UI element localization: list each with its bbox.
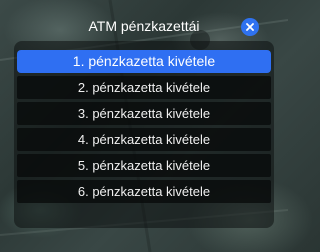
menu-item-cassette-4[interactable]: 4. pénzkazetta kivétele <box>17 128 271 151</box>
menu-item-cassette-3[interactable]: 3. pénzkazetta kivétele <box>17 102 271 125</box>
menu-item-cassette-5[interactable]: 5. pénzkazetta kivétele <box>17 154 271 177</box>
menu-item-cassette-1[interactable]: 1. pénzkazetta kivétele <box>17 50 271 73</box>
close-icon <box>246 23 254 31</box>
close-button[interactable] <box>241 18 259 36</box>
menu-item-cassette-6[interactable]: 6. pénzkazetta kivétele <box>17 180 271 203</box>
menu-item-cassette-2[interactable]: 2. pénzkazetta kivétele <box>17 76 271 99</box>
cassette-menu-list: 1. pénzkazetta kivétele 2. pénzkazetta k… <box>17 50 271 203</box>
cassette-menu-panel: 1. pénzkazetta kivétele 2. pénzkazetta k… <box>14 41 274 228</box>
